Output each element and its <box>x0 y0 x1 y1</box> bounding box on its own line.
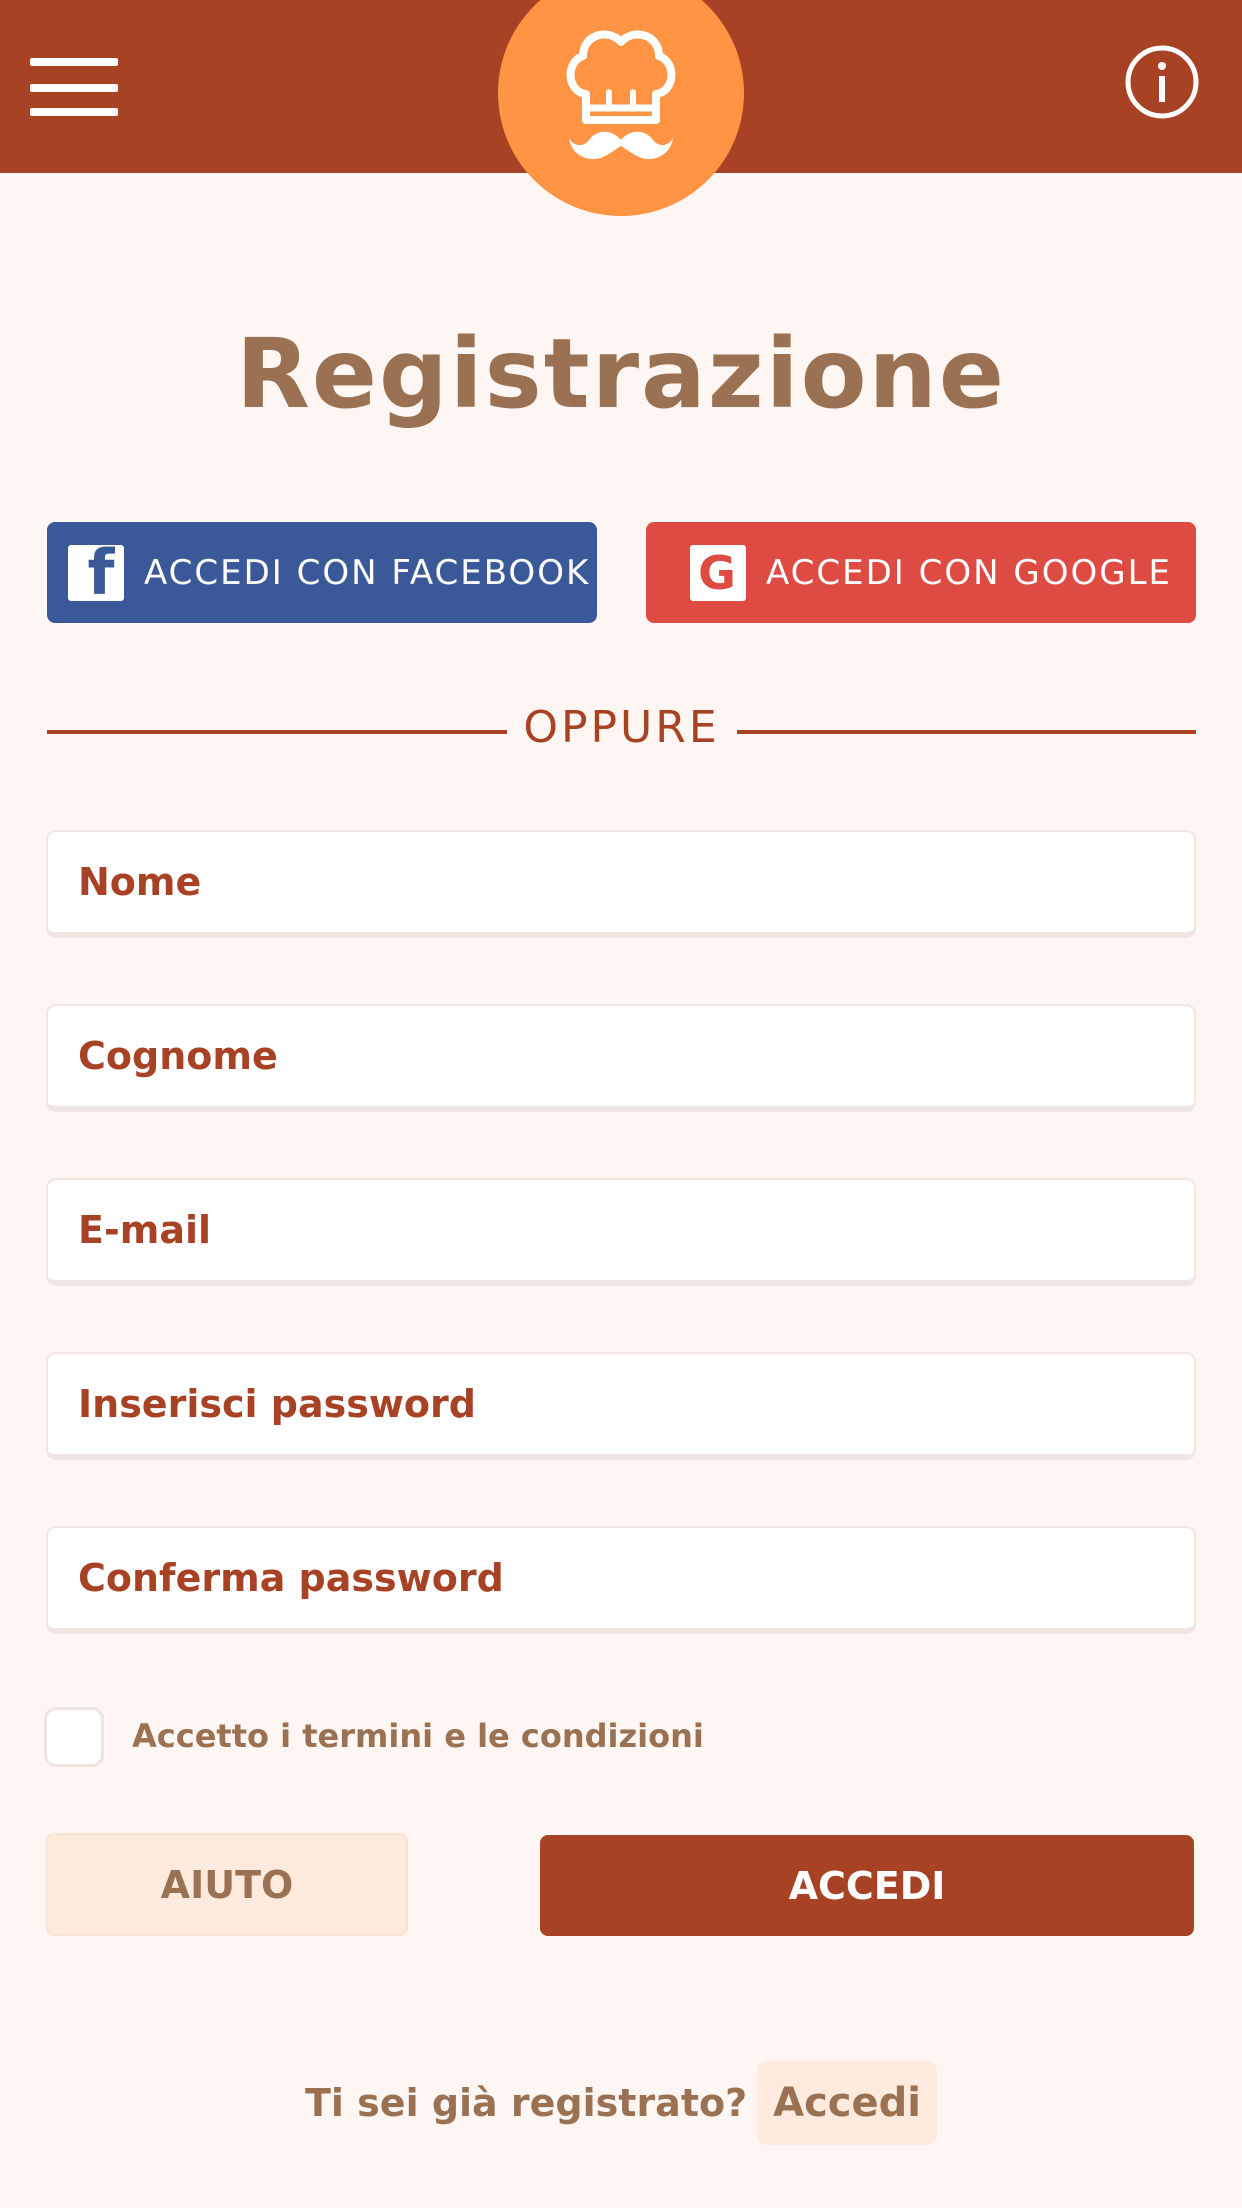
facebook-login-label: ACCEDI CON FACEBOOK <box>144 552 591 593</box>
hamburger-menu-icon <box>30 58 118 66</box>
confirm-password-field <box>46 1526 1196 1634</box>
google-login-label: ACCEDI CON GOOGLE <box>766 552 1173 593</box>
google-login-button[interactable]: G ACCEDI CON GOOGLE <box>646 522 1196 623</box>
app-header <box>0 0 1242 216</box>
facebook-login-button[interactable]: f ACCEDI CON FACEBOOK <box>47 522 597 623</box>
login-button[interactable]: ACCEDI <box>540 1835 1194 1936</box>
email-field <box>46 1178 1196 1286</box>
last-name-field <box>46 1004 1196 1112</box>
confirm-password-input[interactable] <box>48 1528 1194 1628</box>
hamburger-menu-icon-bar <box>30 108 118 116</box>
first-name-field <box>46 830 1196 938</box>
terms-checkbox[interactable] <box>44 1707 104 1767</box>
page-title: Registrazione <box>236 318 1006 430</box>
footer-login-link[interactable]: Accedi <box>757 2061 937 2145</box>
chef-hat-mustache-icon <box>566 30 676 160</box>
footer: Ti sei già registrato? Accedi <box>0 2061 1242 2145</box>
hamburger-menu-icon-bar <box>30 84 118 92</box>
info-circle-icon <box>1125 45 1199 119</box>
divider-line-right <box>737 730 1196 734</box>
facebook-icon: f <box>68 544 124 601</box>
terms-label[interactable]: Accetto i termini e le condizioni <box>132 1714 704 1758</box>
google-icon: G <box>690 544 746 601</box>
menu-button[interactable] <box>28 55 122 117</box>
password-field <box>46 1352 1196 1460</box>
last-name-input[interactable] <box>48 1006 1194 1106</box>
help-button[interactable]: AIUTO <box>46 1833 408 1936</box>
email-input[interactable] <box>48 1180 1194 1280</box>
info-button[interactable] <box>1124 44 1200 120</box>
already-registered-text: Ti sei già registrato? <box>305 2081 748 2125</box>
password-input[interactable] <box>48 1354 1194 1454</box>
app-logo[interactable] <box>498 0 744 216</box>
first-name-input[interactable] <box>48 832 1194 932</box>
divider-label: OPPURE <box>523 702 720 753</box>
